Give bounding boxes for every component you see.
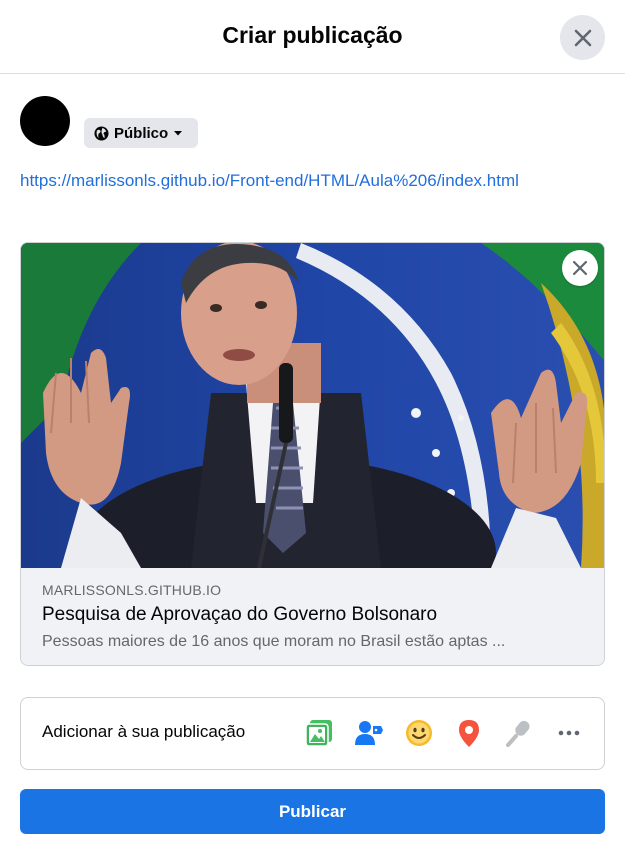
feeling-icon xyxy=(406,720,432,746)
more-button[interactable] xyxy=(552,716,586,750)
tag-people-icon xyxy=(355,721,383,745)
more-icon xyxy=(558,730,580,736)
check-in-icon xyxy=(459,720,479,747)
link-preview-domain: MARLISSONLS.GITHUB.IO xyxy=(42,582,222,598)
tag-people-button[interactable] xyxy=(352,716,386,750)
add-to-post-label: Adicionar à sua publicação xyxy=(42,722,246,741)
dialog-header: Criar publicação xyxy=(0,0,625,74)
close-icon xyxy=(572,260,588,276)
publish-button[interactable]: Publicar xyxy=(20,789,605,834)
link-preview-title: Pesquisa de Aprovaçao do Governo Bolsona… xyxy=(42,604,438,625)
privacy-label: Público xyxy=(114,124,169,142)
photo-video-icon xyxy=(305,720,332,747)
privacy-selector[interactable]: Público xyxy=(84,118,198,148)
live-audio-icon xyxy=(506,720,530,747)
dialog-title: Criar publicação xyxy=(222,22,403,48)
close-icon xyxy=(574,29,591,46)
photo-video-button[interactable] xyxy=(302,716,336,750)
live-audio-button[interactable] xyxy=(502,716,536,750)
link-preview-image xyxy=(21,243,604,568)
add-to-post-bar: Adicionar à sua publicação xyxy=(20,697,605,770)
link-preview-info: MARLISSONLS.GITHUB.IO Pesquisa de Aprova… xyxy=(21,568,604,665)
avatar[interactable] xyxy=(20,96,70,146)
link-preview[interactable]: MARLISSONLS.GITHUB.IO Pesquisa de Aprova… xyxy=(20,242,605,666)
post-text[interactable]: https://marlissonls.github.io/Front-end/… xyxy=(20,171,519,191)
link-preview-description: Pessoas maiores de 16 anos que moram no … xyxy=(42,633,506,650)
close-button[interactable] xyxy=(560,15,605,60)
caret-down-icon xyxy=(174,131,183,136)
check-in-button[interactable] xyxy=(452,716,486,750)
remove-preview-button[interactable] xyxy=(562,250,598,286)
feeling-button[interactable] xyxy=(402,716,436,750)
globe-icon xyxy=(94,125,109,141)
